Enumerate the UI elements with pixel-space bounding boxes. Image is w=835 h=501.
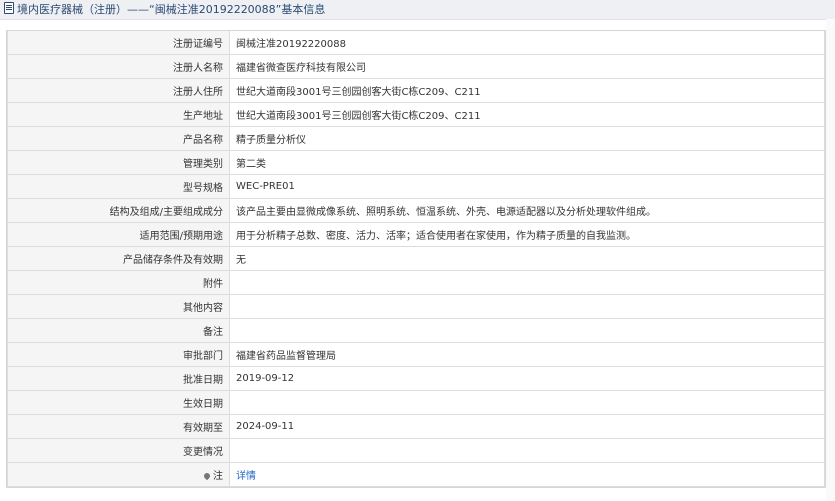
row-value: 世纪大道南段3001号三创园创客大街C栋C209、C211: [229, 102, 825, 127]
row-label: 生效日期: [7, 390, 230, 415]
table-row: 注册人名称 福建省微查医疗科技有限公司: [7, 54, 825, 79]
note-label: 注: [213, 471, 223, 482]
row-value: 该产品主要由显微成像系统、照明系统、恒温系统、外壳、电源适配器以及分析处理软件组…: [229, 198, 825, 223]
table-row: 管理类别 第二类: [7, 150, 825, 175]
info-panel: 注册证编号 闽械注准20192220088 注册人名称 福建省微查医疗科技有限公司 …: [6, 30, 826, 488]
row-value: 用于分析精子总数、密度、活力、活率；适合使用者在家使用，作为精子质量的自我监测。: [229, 222, 825, 247]
row-value: 无: [229, 246, 825, 271]
page-title: 境内医疗器械（注册）——“闽械注准20192220088”基本信息: [17, 3, 326, 16]
row-value: [229, 270, 825, 295]
row-value: [229, 294, 825, 319]
table-row: 备注: [7, 318, 825, 343]
row-label: 附件: [7, 270, 230, 295]
table-row: 其他内容: [7, 294, 825, 319]
row-label: 有效期至: [7, 414, 230, 439]
table-row: 注册证编号 闽械注准20192220088: [7, 31, 825, 55]
table-row: 生产地址 世纪大道南段3001号三创园创客大街C栋C209、C211: [7, 102, 825, 127]
row-label: 注册人名称: [7, 54, 230, 79]
row-value: 第二类: [229, 150, 825, 175]
row-label: 变更情况: [7, 438, 230, 463]
row-label: 批准日期: [7, 366, 230, 391]
row-label: 结构及组成/主要组成成分: [7, 198, 230, 223]
table-row: 生效日期: [7, 390, 825, 415]
note-value-cell: 详情: [229, 462, 825, 487]
page-header: 境内医疗器械（注册）——“闽械注准20192220088”基本信息: [0, 0, 835, 20]
row-value: 2024-09-11: [229, 414, 825, 439]
table-row: 变更情况: [7, 438, 825, 463]
row-label: 审批部门: [7, 342, 230, 367]
row-label: 备注: [7, 318, 230, 343]
row-value: [229, 438, 825, 463]
row-label: 产品名称: [7, 126, 230, 151]
table-row: 附件: [7, 270, 825, 295]
row-value: [229, 390, 825, 415]
row-value: WEC-PRE01: [229, 174, 825, 199]
row-value: 世纪大道南段3001号三创园创客大街C栋C209、C211: [229, 78, 825, 103]
document-icon: [4, 2, 14, 14]
row-label: 其他内容: [7, 294, 230, 319]
table-row: 型号规格 WEC-PRE01: [7, 174, 825, 199]
row-label: 注册证编号: [7, 31, 230, 55]
row-value: 闽械注准20192220088: [229, 31, 825, 55]
row-label: 型号规格: [7, 174, 230, 199]
row-label: 生产地址: [7, 102, 230, 127]
row-label: 适用范围/预期用途: [7, 222, 230, 247]
row-label: 产品储存条件及有效期: [7, 246, 230, 271]
row-value: 福建省微查医疗科技有限公司: [229, 54, 825, 79]
row-label: 管理类别: [7, 150, 230, 175]
note-row: 注 详情: [7, 462, 825, 487]
table-row: 有效期至 2024-09-11: [7, 414, 825, 439]
info-table: 注册证编号 闽械注准20192220088 注册人名称 福建省微查医疗科技有限公司 …: [7, 31, 825, 487]
table-row: 适用范围/预期用途 用于分析精子总数、密度、活力、活率；适合使用者在家使用，作为精…: [7, 222, 825, 247]
row-value: 福建省药品监督管理局: [229, 342, 825, 367]
scrollbar[interactable]: [826, 19, 835, 501]
row-value: [229, 318, 825, 343]
note-label-cell: 注: [7, 462, 230, 487]
table-row: 产品名称 精子质量分析仪: [7, 126, 825, 151]
table-row: 结构及组成/主要组成成分 该产品主要由显微成像系统、照明系统、恒温系统、外壳、电源…: [7, 198, 825, 223]
table-row: 注册人住所 世纪大道南段3001号三创园创客大街C栋C209、C211: [7, 78, 825, 103]
detail-link[interactable]: 详情: [236, 471, 256, 482]
row-value: 精子质量分析仪: [229, 126, 825, 151]
table-row: 审批部门 福建省药品监督管理局: [7, 342, 825, 367]
row-label: 注册人住所: [7, 78, 230, 103]
table-row: 批准日期 2019-09-12: [7, 366, 825, 391]
table-row: 产品储存条件及有效期无: [7, 246, 825, 271]
row-value: 2019-09-12: [229, 366, 825, 391]
pin-icon: [202, 471, 212, 481]
